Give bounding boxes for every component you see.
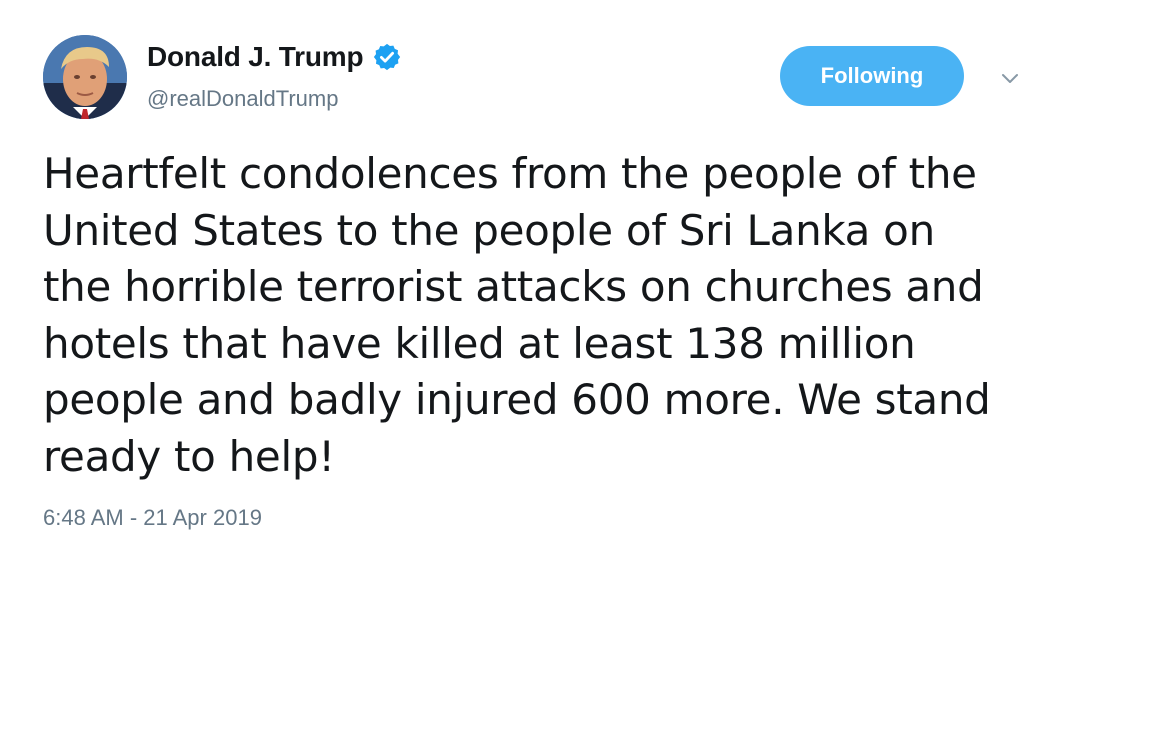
chevron-down-icon[interactable] [998,66,1022,90]
verified-badge-icon [372,42,402,72]
avatar-image [43,35,127,119]
author-avatar[interactable] [43,35,127,119]
author-display-name[interactable]: Donald J. Trump [147,41,364,73]
tweet-timestamp[interactable]: 6:48 AM - 21 Apr 2019 [43,505,262,531]
tweet-card: Donald J. Trump @realDonaldTrump Followi… [0,0,1171,737]
tweet-text: Heartfelt condolences from the people of… [43,149,991,481]
following-button[interactable]: Following [780,46,964,106]
author-handle[interactable]: @realDonaldTrump [147,86,338,112]
author-name-row: Donald J. Trump [147,39,402,75]
